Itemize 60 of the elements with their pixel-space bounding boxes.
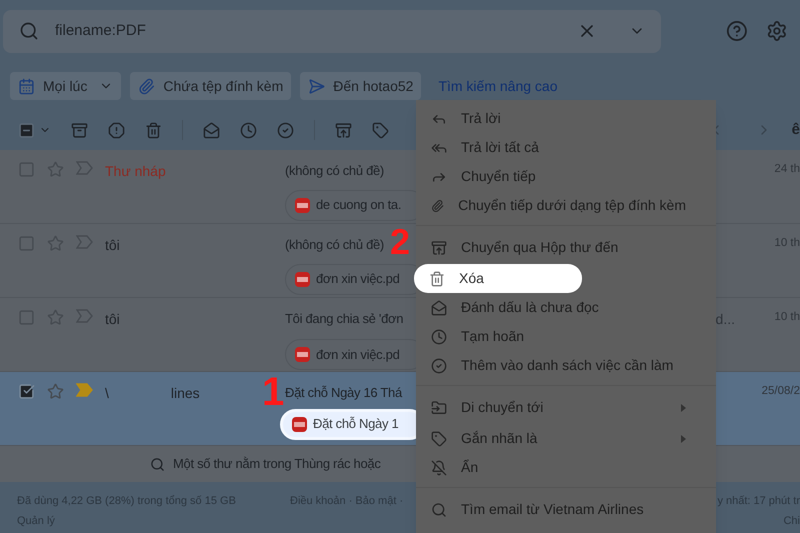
checkbox[interactable] [18, 383, 35, 400]
spam-icon[interactable] [108, 122, 125, 138]
envelope-icon [431, 300, 447, 316]
sender-name: lines [170, 384, 200, 403]
filter-chip[interactable]: Chứa tệp đính kèm [130, 72, 292, 100]
menu-item[interactable]: Di chuyển tới [416, 385, 716, 424]
trash-notice: Một số thư nằm trong Thùng rác hoặc [173, 455, 381, 474]
clock-icon[interactable] [240, 122, 257, 138]
sender-name: \ [105, 384, 109, 403]
pdf-icon [295, 347, 310, 362]
checkbox[interactable] [18, 122, 35, 138]
sender-name: tôi [105, 236, 120, 255]
check-circle-icon [431, 358, 447, 374]
email-subject: Đặt chỗ Ngày 16 Thá [285, 384, 402, 402]
inbox-icon[interactable] [335, 122, 352, 138]
send-icon [308, 78, 326, 94]
page-text: ê [792, 120, 800, 140]
advanced-search-link[interactable]: Tìm kiếm nâng cao [438, 76, 558, 96]
importance-icon[interactable] [76, 383, 93, 397]
trash-icon [429, 270, 445, 286]
label-icon[interactable] [372, 122, 389, 138]
menu-item[interactable]: Trả lời [416, 104, 716, 133]
search-value: filename:PDF [55, 20, 147, 41]
label-icon [431, 430, 447, 446]
pdf-icon [292, 416, 307, 432]
star-icon[interactable] [47, 383, 64, 400]
email-subject: (không có chủ đề) [285, 236, 384, 254]
settings-icon[interactable] [766, 20, 788, 42]
sender-name: Thư nháp [105, 162, 166, 181]
menu-item[interactable]: Tìm email từ Vietnam Airlines [416, 487, 716, 526]
menu-item[interactable]: Đánh dấu là chưa đọc [416, 293, 716, 322]
search-icon [431, 502, 447, 518]
step-number: 2 [390, 224, 410, 260]
email-subject: Tôi đang chia sẻ 'đơn [285, 310, 404, 328]
help-icon[interactable] [726, 20, 748, 42]
search-field[interactable]: filename:PDF [3, 10, 662, 52]
search-icon [150, 456, 165, 472]
menu-item[interactable]: Chuyển tiếp [416, 162, 716, 191]
archive-icon[interactable] [71, 122, 88, 138]
filter-chip[interactable]: Đến hotao52 [300, 72, 422, 100]
folder-icon [431, 400, 447, 416]
clock-icon [431, 328, 447, 344]
email-date: 25/08/2 [760, 384, 800, 399]
calendar-icon [18, 78, 35, 94]
mute-icon [431, 460, 447, 476]
filter-chip[interactable]: Mọi lúc [10, 72, 122, 100]
paperclip-icon [138, 78, 156, 94]
menu-item[interactable]: Ẩn [416, 453, 716, 482]
task-icon[interactable] [277, 122, 294, 138]
sender-name: tôi [105, 310, 120, 329]
paperclip-icon [431, 198, 444, 214]
inbox-icon [431, 240, 447, 256]
pdf-icon [295, 198, 310, 212]
email-subject: (không có chủ đề) [285, 162, 384, 180]
menu-item[interactable]: Xóa [414, 264, 582, 293]
envelope-icon[interactable] [203, 122, 220, 138]
search-icon [19, 21, 39, 41]
trash-icon[interactable] [145, 122, 162, 138]
pdf-icon [295, 272, 310, 286]
menu-item[interactable]: Trả lời tất cả [416, 133, 716, 162]
